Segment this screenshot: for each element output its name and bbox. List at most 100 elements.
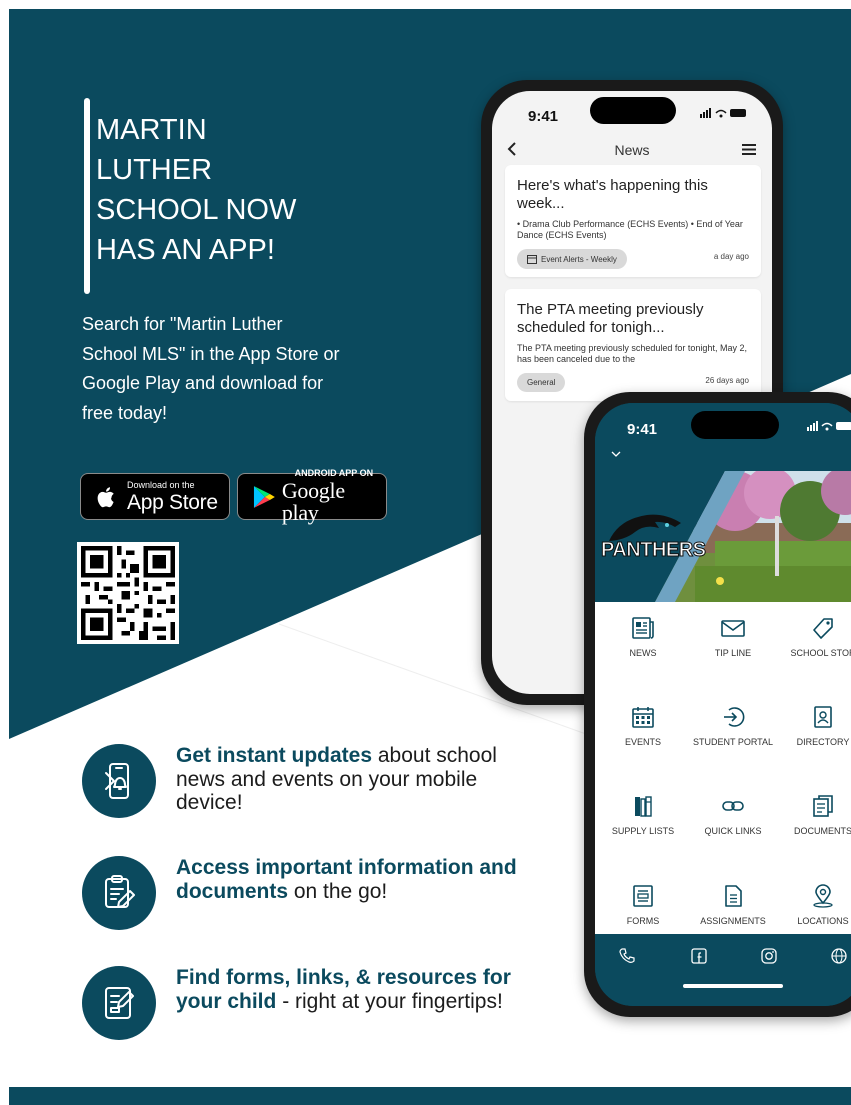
feature-rest: - right at your fingertips! [276,989,503,1013]
tile-quick-links[interactable]: QUICK LINKS [687,794,779,837]
form-edit-icon [82,966,156,1040]
news-card[interactable]: The PTA meeting previously scheduled for… [505,289,761,401]
google-play-icon [253,485,275,508]
panthers-logo-text: PANTHERS [601,539,707,562]
bottom-bar [9,1087,851,1105]
tile-label: LOCATIONS [797,916,849,926]
tile-label: FORMS [626,916,660,926]
news-icon [632,617,654,639]
tile-label: STUDENT PORTAL [692,737,773,747]
menu-icon[interactable] [742,144,756,155]
news-card-body: The PTA meeting previously scheduled for… [517,343,747,364]
app-store-small-text: Download on the [127,479,195,490]
home-screen: 9:41 PANTHERS NEWS TIP LINE SCHOOL STOR … [595,403,851,1006]
news-nav-bar: News [492,137,772,165]
qr-code[interactable] [77,542,179,644]
form-icon [633,885,653,907]
instagram-icon[interactable] [761,948,777,964]
calendar-icon [527,255,537,264]
tile-events[interactable]: EVENTS [597,705,689,748]
phone-home-mockup: 9:41 PANTHERS NEWS TIP LINE SCHOOL STOR … [584,392,851,1017]
google-play-small-text: ANDROID APP ON [294,468,374,478]
feature-forms: Find forms, links, & resources for your … [82,966,542,1040]
news-card[interactable]: Here's what's happening this week... • D… [505,165,761,277]
tile-label: SUPPLY LISTS [611,826,675,836]
headline-line: SCHOOL NOW [96,194,297,226]
feature-text: Access important information and documen… [176,856,542,903]
tile-label: TIP LINE [714,648,752,658]
headline-rule [84,98,90,294]
google-play-badge[interactable]: ANDROID APP ON Google play [237,469,387,524]
tile-school-store[interactable]: SCHOOL STOR [777,616,851,659]
tile-label: EVENTS [624,737,661,747]
tile-supply-lists[interactable]: SUPPLY LISTS [597,794,689,837]
envelope-icon [721,620,745,637]
news-card-tag-label: Event Alerts - Weekly [541,255,617,264]
apple-icon [97,486,114,507]
headline-line: LUTHER [96,154,213,186]
tile-directory[interactable]: DIRECTORY [777,705,851,748]
download-instructions: Search for "Martin Luther School MLS" in… [82,314,340,423]
feature-instant-updates: Get instant updates about school news an… [82,744,542,818]
link-icon [722,801,744,811]
contact-card-icon [814,706,832,728]
facebook-icon[interactable] [691,948,707,964]
location-pin-icon [813,884,833,908]
tile-student-portal[interactable]: STUDENT PORTAL [687,705,779,748]
feature-bold: Get instant updates [176,744,373,767]
tile-label: SCHOOL STOR [790,648,851,658]
tile-documents[interactable]: DOCUMENTS [777,794,851,837]
tile-news[interactable]: NEWS [597,616,689,659]
calendar-icon [632,707,654,728]
tile-label: NEWS [629,648,657,658]
tag-icon [813,618,833,639]
tile-tip-line[interactable]: TIP LINE [687,616,779,659]
news-card-title: The PTA meeting previously scheduled for… [517,301,704,336]
phone-icon[interactable] [619,948,635,964]
feature-documents: Access important information and documen… [82,856,542,930]
web-icon[interactable] [831,948,847,964]
tile-assignments[interactable]: ASSIGNMENTS [687,884,779,927]
app-footer-bar [595,934,851,1006]
headline: MARTIN LUTHER SCHOOL NOW HAS AN APP! [96,110,356,270]
news-card-tag: General [517,373,566,392]
feature-rest: on the go! [288,879,388,903]
news-card-body: • Drama Club Performance (ECHS Events) •… [517,219,743,240]
tile-label: QUICK LINKS [704,826,762,836]
feature-text: Get instant updates about school news an… [176,744,542,815]
tile-label: DOCUMENTS [794,826,851,836]
panthers-logo: PANTHERS [601,511,707,567]
dynamic-island [691,411,779,439]
news-card-time: a day ago [713,252,749,261]
news-nav-title: News [614,142,650,158]
tile-label: ASSIGNMENTS [700,916,766,926]
headline-line: HAS AN APP! [96,234,275,266]
app-store-badge[interactable]: Download on the App Store [80,473,230,520]
documents-icon [813,795,833,817]
file-lines-icon [725,885,742,907]
books-icon [635,796,652,817]
news-card-time: 26 days ago [705,376,749,385]
clipboard-pen-icon [82,856,156,930]
google-play-big-text: Google play [281,478,345,525]
school-hero-image: PANTHERS [595,471,851,602]
chevron-down-icon[interactable] [611,451,621,457]
tile-label: DIRECTORY [796,737,850,747]
app-store-big-text: App Store [127,490,218,514]
status-icons [700,107,750,122]
tile-locations[interactable]: LOCATIONS [777,884,851,927]
phone-bell-icon [82,744,156,818]
login-arrow-icon [724,707,745,727]
feature-text: Find forms, links, & resources for your … [176,966,542,1013]
news-card-tag-label: General [527,378,556,387]
flyer-page: MARTIN LUTHER SCHOOL NOW HAS AN APP! Sea… [0,0,851,1105]
news-card-tag: Event Alerts - Weekly [517,249,627,269]
app-tile-grid: NEWS TIP LINE SCHOOL STOR EVENTS STUDENT… [595,602,851,948]
status-time: 9:41 [528,108,559,125]
news-card-title: Here's what's happening this week... [517,177,708,212]
dynamic-island [590,97,676,124]
tile-forms[interactable]: FORMS [597,884,689,927]
home-indicator [683,984,783,988]
status-icons [807,420,851,435]
status-time: 9:41 [627,421,658,438]
